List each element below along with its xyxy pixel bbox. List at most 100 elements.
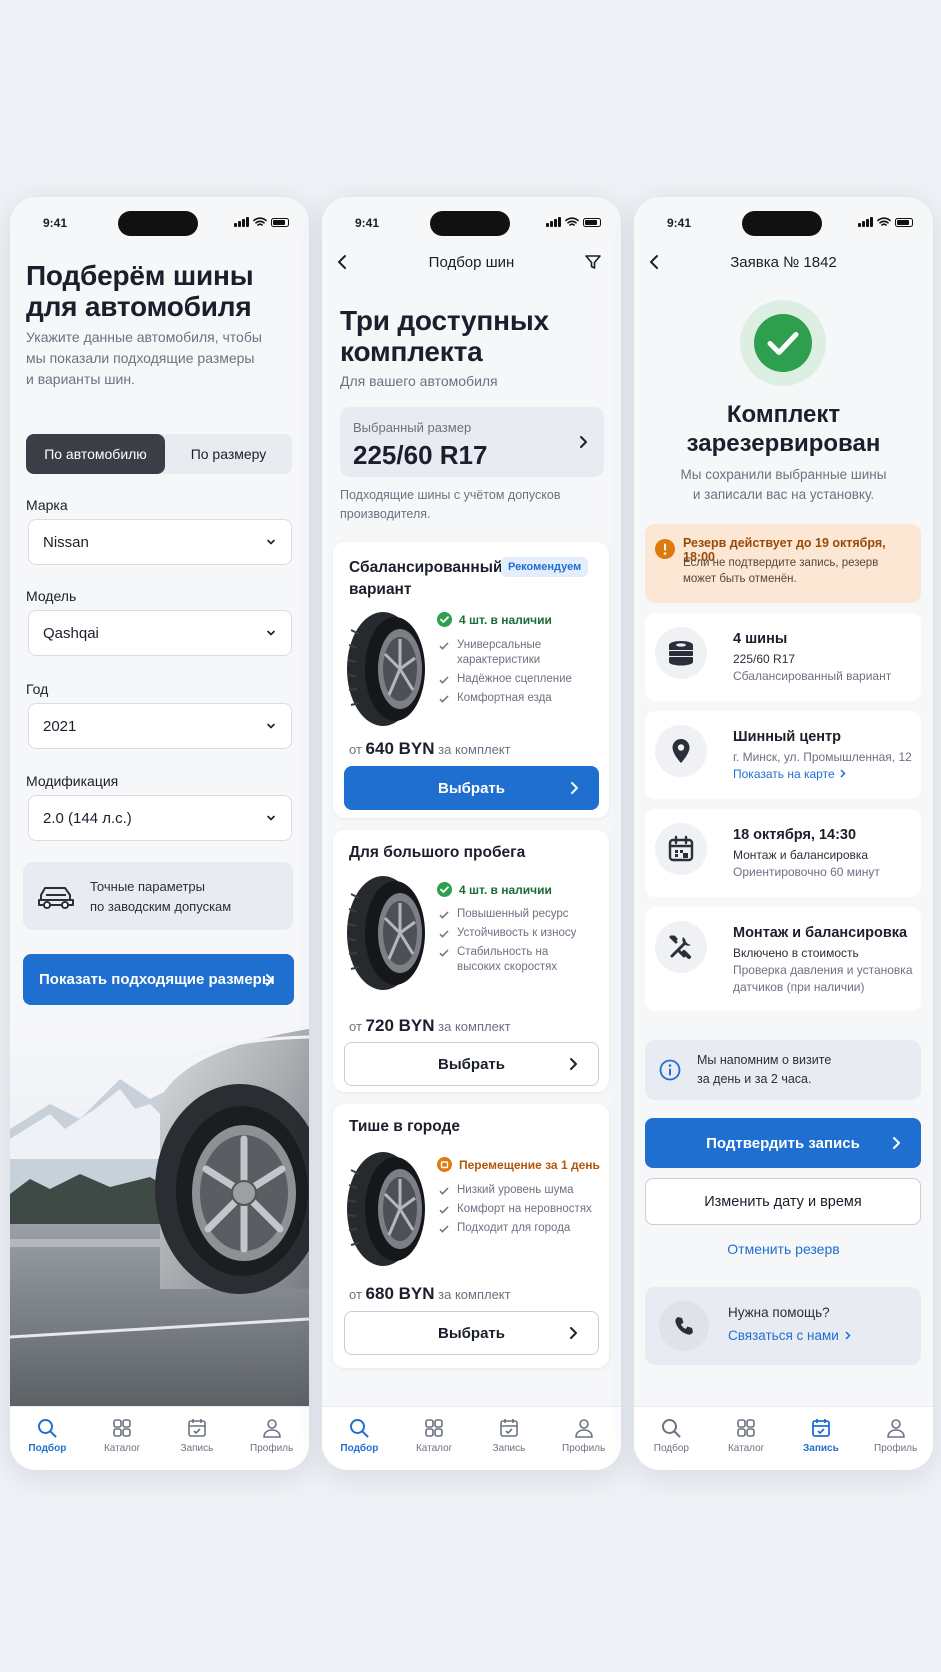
model-label: Модель: [26, 588, 77, 604]
tab-search[interactable]: Подбор: [10, 1407, 85, 1470]
tab-profile[interactable]: Профиль: [858, 1407, 933, 1470]
change-datetime-button[interactable]: Изменить дату и время: [645, 1178, 921, 1225]
chevron-right-icon: [266, 973, 273, 986]
car-icon: [38, 887, 74, 909]
chevron-right-icon: [845, 1331, 851, 1340]
tire-image: [347, 1152, 425, 1266]
calendar-icon: [811, 1419, 830, 1437]
screen-tire-search: 9:41 Подберём шины для автомобиля Укажите…: [10, 197, 309, 1470]
segment-by-car[interactable]: По автомобилю: [26, 434, 165, 474]
battery-icon: [271, 217, 289, 227]
select-offer-button[interactable]: Выбрать: [344, 1042, 599, 1086]
selected-size-card[interactable]: Выбранный размер 225/60 R17: [340, 407, 604, 477]
dynamic-island: [742, 211, 822, 236]
search-mode-segment: По автомобилю По размеру: [26, 434, 292, 474]
tab-booking-label: Запись: [803, 1443, 839, 1454]
tab-booking[interactable]: Запись: [160, 1407, 235, 1470]
select-offer-button[interactable]: Выбрать: [344, 1311, 599, 1355]
battery-icon: [895, 217, 913, 227]
tab-catalog-label: Каталог: [103, 1443, 141, 1454]
tab-profile-label: Профиль: [250, 1443, 294, 1454]
tab-search[interactable]: Подбор: [634, 1407, 709, 1470]
wifi-icon: [877, 217, 891, 226]
help-title: Нужна помощь?: [728, 1305, 830, 1320]
page-title: Комплект зарезервирован: [686, 401, 881, 457]
offer-title: Тише в городе: [349, 1118, 460, 1135]
tab-catalog[interactable]: Каталог: [85, 1407, 160, 1470]
service-center-row: Шинный центр г. Минск, ул. Промышленная, …: [645, 711, 921, 799]
search-icon: [662, 1419, 681, 1438]
check-icon: [439, 930, 449, 938]
tab-catalog[interactable]: Каталог: [709, 1407, 784, 1470]
size-note: Подходящие шины с учётом допусков произво…: [340, 488, 561, 521]
model-select[interactable]: Qashqai: [28, 610, 292, 656]
chevron-right-icon: [580, 436, 587, 448]
date-duration: Ориентировочно 60 минут: [733, 865, 880, 879]
page-title: Подберём шины для автомобиля: [26, 260, 254, 322]
hint-card: Точные параметры по заводским допускам: [23, 862, 293, 930]
tire-stack-icon: [655, 627, 707, 679]
signal-icon: [234, 217, 249, 227]
brand-value: Nissan: [43, 533, 89, 551]
brand-label: Марка: [26, 497, 68, 513]
calendar-icon: [655, 823, 707, 875]
tab-bar: Подбор Каталог Запись Профиль: [10, 1406, 309, 1470]
feature-item: Универсальные характеристики: [439, 638, 605, 668]
page-subtitle: Укажите данные автомобиля, чтобы мы показ…: [26, 329, 262, 387]
mount-title: Монтаж и балансировка: [733, 925, 908, 941]
offer-title: Для большого пробега: [349, 844, 526, 861]
tab-catalog[interactable]: Каталог: [397, 1407, 472, 1470]
feature-item: Комфортная езда: [439, 691, 605, 706]
wifi-icon: [565, 217, 579, 226]
tab-booking[interactable]: Запись: [784, 1407, 859, 1470]
tab-catalog-label: Каталог: [415, 1443, 453, 1454]
offer-price: от 680 BYN за комплект: [349, 1284, 511, 1303]
brand-select[interactable]: Nissan: [28, 519, 292, 565]
calendar-icon: [500, 1419, 518, 1437]
grid-icon: [113, 1419, 131, 1437]
offer-card: Тише в городе Перемещение за 1 день Низк…: [333, 1104, 609, 1368]
availability-status: Перемещение за 1 день: [437, 1157, 600, 1172]
tire-image: [347, 612, 425, 726]
check-icon: [439, 911, 449, 919]
chevron-down-icon: [267, 815, 275, 821]
segment-by-size[interactable]: По размеру: [165, 434, 292, 474]
tab-search-label: Подбор: [28, 1443, 67, 1454]
size-value: 225/60 R17: [353, 440, 488, 470]
tab-profile-label: Профиль: [562, 1443, 606, 1454]
cancel-reserve-link[interactable]: Отменить резерв: [634, 1241, 933, 1257]
year-select[interactable]: 2021: [28, 703, 292, 749]
tab-profile[interactable]: Профиль: [234, 1407, 309, 1470]
chevron-right-icon: [570, 1058, 577, 1070]
show-on-map-link[interactable]: Показать на карте: [733, 766, 912, 783]
confirm-booking-button[interactable]: Подтвердить запись: [645, 1118, 921, 1168]
order-tires-row: 4 шины 225/60 R17 Сбалансированный вариант: [645, 613, 921, 701]
status-bar: 9:41: [322, 197, 621, 245]
tools-icon: [655, 921, 707, 973]
chevron-right-icon: [571, 782, 578, 794]
select-offer-button[interactable]: Выбрать: [344, 766, 599, 810]
page-subtitle: Мы сохранили выбранные шины и записали ва…: [680, 467, 887, 502]
feature-list: Повышенный ресурс Устойчивость к износу …: [439, 907, 605, 979]
modification-select[interactable]: 2.0 (144 л.с.): [28, 795, 292, 841]
check-icon: [439, 676, 449, 684]
show-sizes-label: Показать подходящие размеры: [39, 971, 275, 988]
mount-included: Включено в стоимость: [733, 946, 859, 960]
feature-item: Повышенный ресурс: [439, 907, 605, 922]
tab-profile[interactable]: Профиль: [546, 1407, 621, 1470]
modification-label: Модификация: [26, 773, 119, 789]
date-service: Монтаж и балансировка: [733, 848, 869, 862]
signal-icon: [546, 217, 561, 227]
tab-search[interactable]: Подбор: [322, 1407, 397, 1470]
reminder-text: Мы напомним о визите за день и за 2 часа.: [697, 1053, 832, 1086]
search-icon: [38, 1419, 57, 1438]
tab-booking-label: Запись: [180, 1443, 214, 1454]
user-icon: [574, 1419, 593, 1438]
filter-icon[interactable]: [584, 253, 602, 271]
show-sizes-button[interactable]: Показать подходящие размеры: [23, 954, 294, 1005]
contact-us-link[interactable]: Связаться с нами: [728, 1328, 852, 1343]
tab-booking[interactable]: Запись: [472, 1407, 547, 1470]
car-wheel-illustration: [10, 1019, 309, 1406]
year-label: Год: [26, 681, 49, 697]
info-icon: [659, 1059, 681, 1081]
